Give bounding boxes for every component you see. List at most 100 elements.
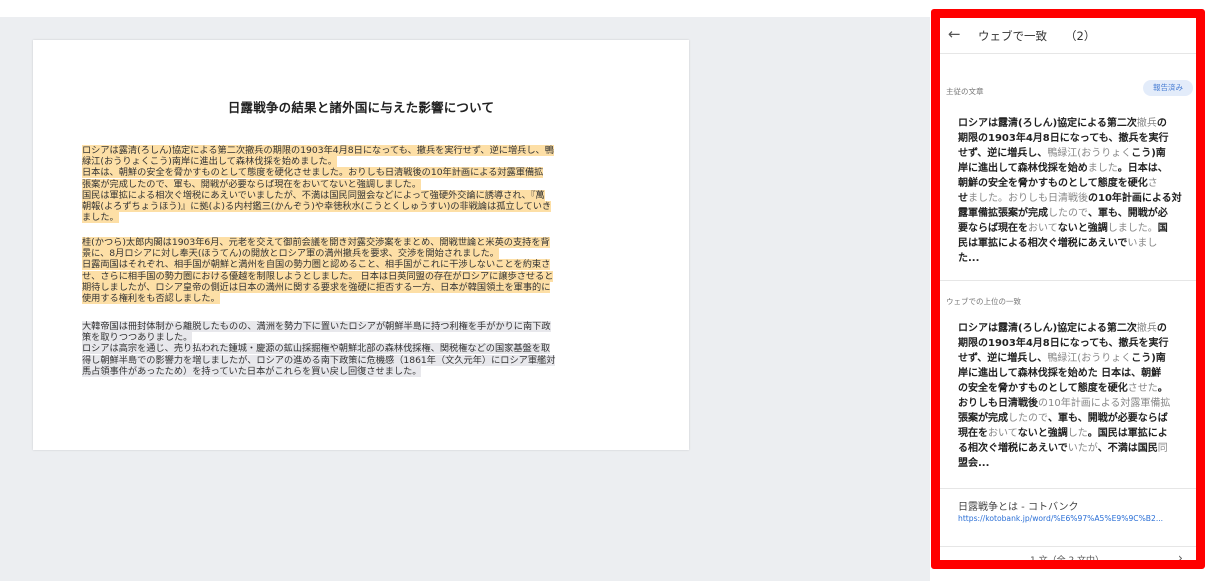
non-matching-text: 鴨緑江(おうりょく <box>1047 353 1132 364</box>
paragraph-line: 大韓帝国は冊封体制から離脱したものの、満洲を勢力下に置いたロシアが朝鮮半島に持つ… <box>82 321 551 332</box>
matching-text: 。 <box>1157 383 1168 394</box>
match-line: 要ならば現在をおいてないと強調しました。国 <box>958 221 1188 236</box>
paragraph-line: 日露両国はそれぞれ、相手国が朝鮮と満州を自国の勢力圏と認めること、相手国がこれに… <box>82 259 551 271</box>
matching-text: 民は軍拡による相次ぐ増税にあえいで <box>958 238 1128 249</box>
match-line: る相次ぐ増税にあえいでいたが、不満は国民同 <box>958 441 1188 456</box>
matching-text: 期限の1903年4月8日になっても、撤兵を実行 <box>958 133 1169 144</box>
non-matching-text: の10年計画による対露軍備拡 <box>1038 398 1171 409</box>
web-match-sentence[interactable]: ロシアは露清(ろしん)協定による第二次撤兵の期限の1903年4月8日になっても、… <box>958 321 1188 471</box>
matching-text: ロシアは露清(ろしん)協定による第二次 <box>958 118 1137 129</box>
matching-text: ロシアは露清(ろしん)協定による第二次 <box>958 323 1137 334</box>
matching-text: せず、逆に増兵し、 <box>958 148 1048 159</box>
source-title-link[interactable]: 日露戦争とは - コトバンク <box>958 498 1078 513</box>
match-line: の安全を脅かすものとして態度を硬化させた。 <box>958 381 1188 396</box>
matching-text: こう)南 <box>1131 353 1166 364</box>
section-label-web: ウェブでの上位の一致 <box>946 297 1021 306</box>
matching-text: せ <box>958 193 968 204</box>
non-matching-text: 撤兵 <box>1136 118 1157 129</box>
matching-text: 。日本は、 <box>1117 163 1168 174</box>
non-matching-text: おいて <box>1028 223 1058 234</box>
paragraph-line: 得し朝鮮半島での影響力を増しましたが、ロシアの進める南下政策に危機感（1861年… <box>82 354 556 366</box>
match-line: 岸に進出して森林伐採を始めました。日本は、 <box>958 161 1188 176</box>
panel-title: ウェブで一致 <box>978 29 1047 43</box>
match-line: おりしも日清戦後の10年計画による対露軍備拡 <box>958 396 1188 411</box>
match-line: 岸に進出して森林伐採を始めた 日本は、朝鮮 <box>958 366 1188 381</box>
matching-text: おりしも日清戦後 <box>958 398 1038 409</box>
matching-text: 朝鮮の安全を脅かすものとして態度を硬化 <box>958 178 1148 189</box>
matching-text: の <box>1156 118 1167 129</box>
match-count: （2） <box>1065 29 1096 43</box>
non-matching-text: 鴨緑江(おうりょく <box>1047 148 1132 159</box>
paragraph-line: 景に、8月ロシアに対し奉天(ほうてん)の開放とロシア軍の満州撤兵を要求、交渉を開… <box>82 248 499 260</box>
matching-text: 岸に進出して森林伐採を始め <box>958 163 1088 174</box>
paragraph-line: 策を取りつつありました。 <box>82 332 193 344</box>
paragraph-3: 大韓帝国は冊封体制から離脱したものの、満洲を勢力下に置いたロシアが朝鮮半島に持つ… <box>82 321 642 377</box>
match-line: せず、逆に増兵し、鴨緑江(おうりょくこう)南 <box>958 146 1188 161</box>
paragraph-1: ロシアは露清(ろしん)協定による第二次撤兵の期限の1903年4月8日になっても、… <box>82 145 642 224</box>
match-line: 民は軍拡による相次ぐ増税にあえいでいまし <box>958 236 1188 251</box>
document-title: 日露戦争の結果と諸外国に与えた影響について <box>227 100 495 115</box>
non-matching-text: いたが <box>1067 443 1098 454</box>
match-line: せました。おりしも日清戦後の10年計画による対 <box>958 191 1188 206</box>
non-matching-text: しました。 <box>1107 223 1158 234</box>
match-line: 露軍備拡張案が完成したので、軍も、開戦が必 <box>958 206 1188 221</box>
app-window: 日露戦争の結果と諸外国に与えた影響について ロシアは露清(ろしん)協定による第二… <box>0 0 1213 581</box>
divider <box>940 488 1196 489</box>
matching-text: た... <box>958 253 980 264</box>
non-matching-text: したので <box>1008 413 1048 424</box>
non-matching-text: させた <box>1127 383 1158 394</box>
matching-text: 、不満は国民 <box>1097 443 1158 454</box>
source-url-link[interactable]: https://kotobank.jp/word/%E6%97%A5%E9%9C… <box>958 514 1188 523</box>
paragraph-line: ロシアは露清(ろしん)協定による第二次撤兵の期限の1903年4月8日になっても、… <box>82 145 554 156</box>
matching-text: 岸に進出して森林伐採を始めた 日本は、朝鮮 <box>958 368 1162 379</box>
matching-text: 、軍も、開戦が必要ならば <box>1048 413 1168 424</box>
matching-text: せず、逆に増兵し、 <box>958 353 1048 364</box>
paragraph-line: せ、さらに相手国の勢力圏における優越を制限しようとしました。 日本は日英同盟の存… <box>82 270 554 282</box>
non-matching-text: おいて <box>988 428 1018 439</box>
arrow-left-icon[interactable]: ← <box>948 26 964 42</box>
matching-text: 張案が完成 <box>958 413 1008 424</box>
match-line: 張案が完成したので、軍も、開戦が必要ならば <box>958 411 1188 426</box>
match-line: た... <box>958 251 1188 266</box>
divider <box>940 546 1196 547</box>
match-line: ロシアは露清(ろしん)協定による第二次撤兵の <box>958 116 1188 131</box>
match-line: 期限の1903年4月8日になっても、撤兵を実行 <box>958 131 1188 146</box>
document-canvas[interactable]: 日露戦争の結果と諸外国に与えた影響について ロシアは露清(ろしん)協定による第二… <box>0 17 930 581</box>
paragraph-line: 馬占領事件があったため）を持っていた日本がこれらを買い戻し回復させました。 <box>82 365 422 377</box>
non-matching-text: さ <box>1147 178 1158 189</box>
match-line: 盟会... <box>958 456 1188 471</box>
paragraph-line: ロシアは高宗を通じ、売り払われた鍾城・慶源の鉱山採掘権や朝鮮北部の森林伐採権、関… <box>82 343 551 355</box>
matching-text: 、軍も、開戦が必 <box>1088 208 1168 219</box>
non-matching-text: した <box>1067 428 1088 439</box>
paragraph-line: 使用する権利をも否認しました。 <box>82 293 220 305</box>
web-match-panel: ← ウェブで一致 （2） 主従の文章 報告済み ロシアは露清(ろしん)協定による… <box>931 9 1205 569</box>
paragraph-line: 国民は軍拡による相次ぐ増税にあえいでいましたが、不満は国民同盟会などによって強硬… <box>82 189 545 201</box>
paragraph-2: 桂(かつら)太郎内閣は1903年6月、元老を交えて御前会議を開き対露交渉案をまと… <box>82 237 642 305</box>
matching-text: ないと強調 <box>1057 223 1108 234</box>
source-sentence[interactable]: ロシアは露清(ろしん)協定による第二次撤兵の期限の1903年4月8日になっても、… <box>958 116 1188 266</box>
matching-text: 期限の1903年4月8日になっても、撤兵を実行 <box>958 338 1169 349</box>
divider <box>940 280 1196 281</box>
match-line: 現在をおいてないと強調した。国民は軍拡によ <box>958 426 1188 441</box>
matching-text: の <box>1156 323 1167 334</box>
document-page[interactable]: 日露戦争の結果と諸外国に与えた影響について ロシアは露清(ろしん)協定による第二… <box>33 40 689 450</box>
matching-text: 要ならば現在を <box>958 223 1028 234</box>
chevron-right-icon[interactable]: › <box>1178 551 1183 560</box>
non-matching-text: 撤兵 <box>1136 323 1157 334</box>
paragraph-line: 朝報(よろずちょうほう)』に拠(よ)る内村鑑三(かんぞう)や幸徳秋水(こうとくし… <box>82 201 552 213</box>
non-matching-text: 同 <box>1157 443 1168 454</box>
matching-text: の安全を脅かすものとして態度を硬化 <box>958 383 1128 394</box>
match-line: せず、逆に増兵し、鴨緑江(おうりょくこう)南 <box>958 351 1188 366</box>
pager-label: 1 文（全 2 文中） <box>1030 556 1105 566</box>
match-line: ロシアは露清(ろしん)協定による第二次撤兵の <box>958 321 1188 336</box>
matching-text: 露軍備拡張案が完成 <box>958 208 1048 219</box>
paragraph-line: 張案が完成したので、軍も、開戦が必要ならば現在をおいてないと強調しました。 <box>82 178 422 190</box>
matching-text: こう)南 <box>1131 148 1166 159</box>
paragraph-line: 緑江(おうりょくこう)南岸に進出して森林伐採を始めました。 <box>82 156 337 168</box>
match-line: 朝鮮の安全を脅かすものとして態度を硬化さ <box>958 176 1188 191</box>
matching-text: 盟会... <box>958 458 990 469</box>
non-matching-text: いまし <box>1127 238 1158 249</box>
matching-text: 。国民は軍拡によ <box>1087 428 1168 439</box>
match-line: 期限の1903年4月8日になっても、撤兵を実行 <box>958 336 1188 351</box>
matching-text: の10年計画による対 <box>1088 193 1182 204</box>
